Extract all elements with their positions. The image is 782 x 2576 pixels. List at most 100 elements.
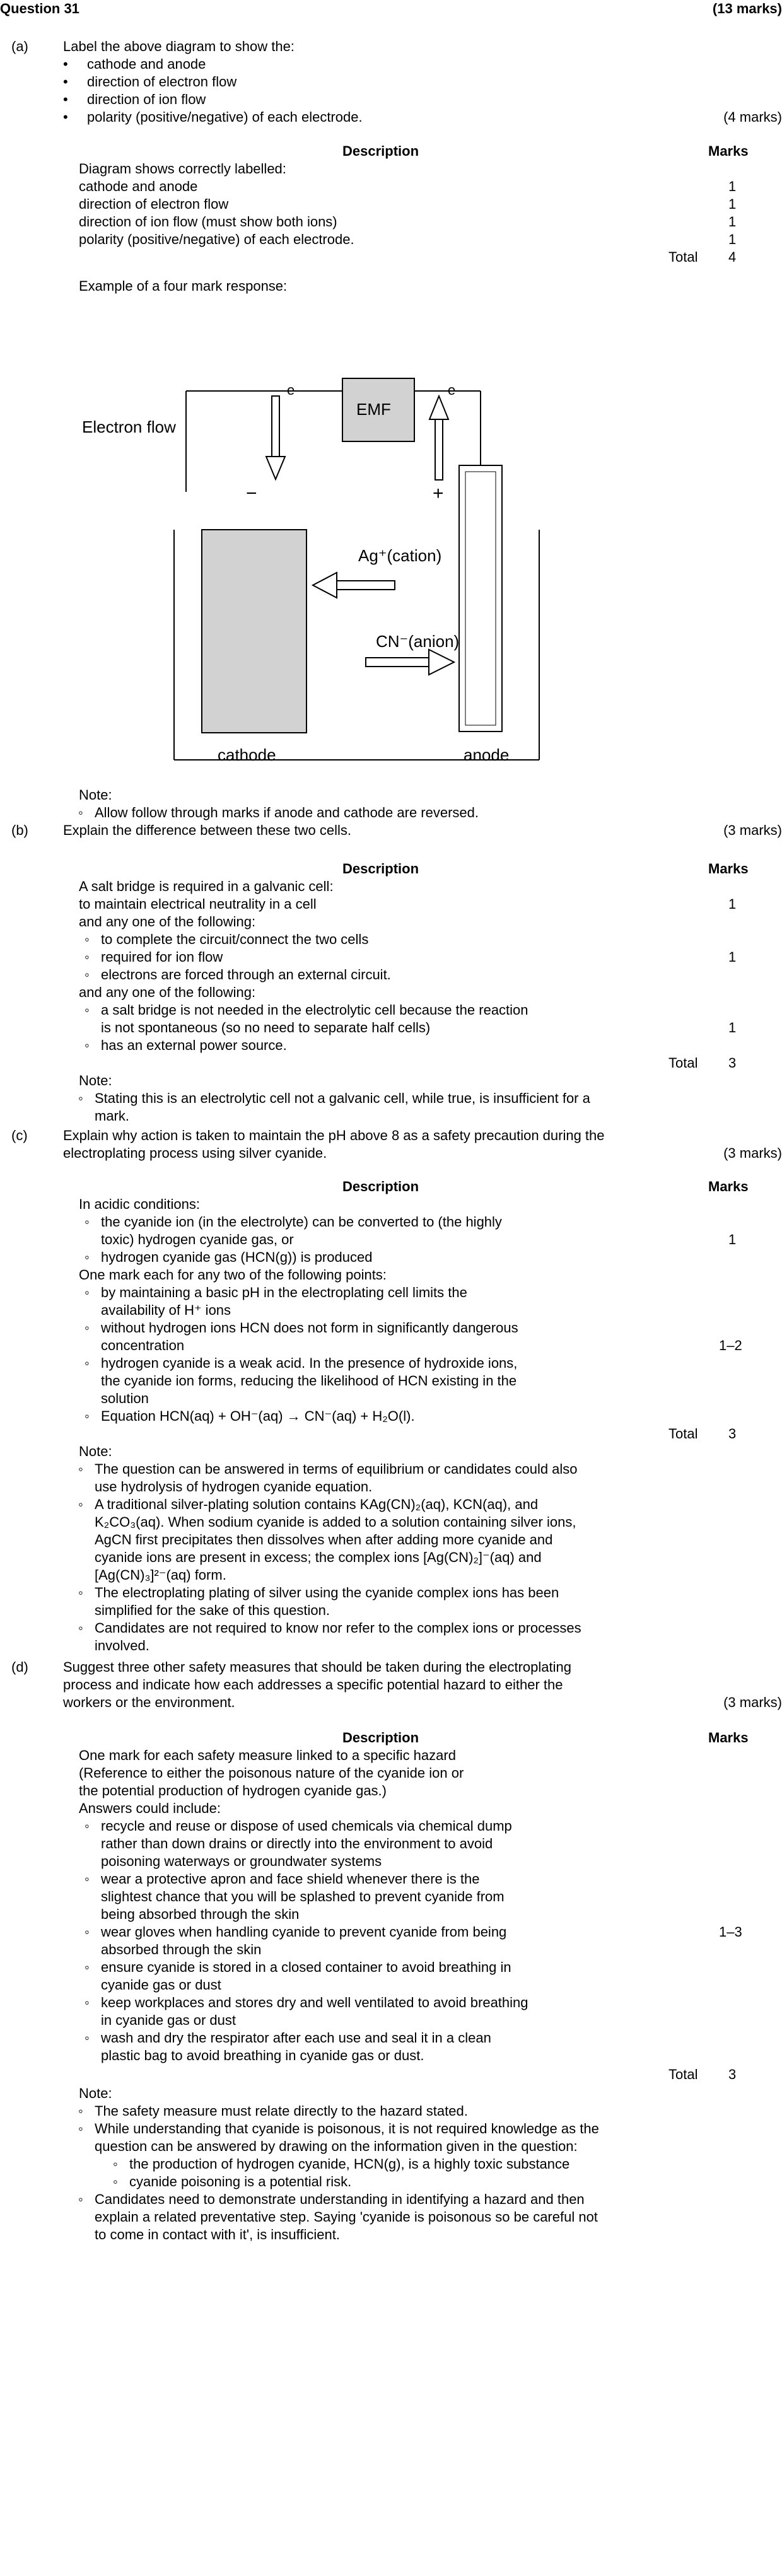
part-b-note: Stating this is an electrolytic cell not… — [78, 1090, 590, 1107]
part-d-marks: (3 marks) — [723, 1694, 782, 1710]
part-c-note: [Ag(CN)₃]²⁻(aq) form. — [95, 1567, 226, 1583]
part-b-mark-value: 1 — [728, 949, 737, 965]
part-a-description-header: Description — [342, 143, 419, 159]
part-d-line: ensure cyanide is stored in a closed con… — [85, 1959, 511, 1976]
part-a-note: Allow follow through marks if anode and … — [78, 804, 479, 822]
part-b-line: to maintain electrical neutrality in a c… — [79, 896, 317, 912]
part-a-note-label: Note: — [79, 787, 112, 803]
part-b-line: and any one of the following: — [79, 984, 256, 1000]
part-d-line: poisoning waterways or groundwater syste… — [101, 1853, 382, 1869]
part-a-marks: (4 marks) — [723, 109, 782, 125]
part-d-letter: (d) — [11, 1659, 28, 1675]
part-b-line: a salt bridge is not needed in the elect… — [85, 1001, 528, 1019]
part-c-line: toxic) hydrogen cyanide gas, or — [101, 1232, 294, 1247]
part-d-note: While understanding that cyanide is pois… — [78, 2120, 599, 2138]
part-d-line: plastic bag to avoid breathing in cyanid… — [101, 2048, 424, 2063]
part-d-line: rather than down drains or directly into… — [101, 1836, 493, 1851]
part-a-item: polarity (positive/negative) of each ele… — [63, 108, 363, 126]
negative-polarity-sign: − — [246, 483, 257, 504]
part-a-letter: (a) — [11, 38, 28, 54]
part-c-total-value: 3 — [728, 1426, 737, 1442]
part-d-line: slightest chance that you will be splash… — [101, 1889, 505, 1904]
part-a-table-line: direction of electron flow — [79, 196, 229, 212]
electrochemical-cell-diagram: Electron flow e e EMF − + Ag⁺(cation) CN… — [82, 366, 599, 764]
part-d-question: process and indicate how each addresses … — [63, 1677, 563, 1693]
part-c-description-header: Description — [342, 1179, 419, 1194]
part-c-line: hydrogen cyanide is a weak acid. In the … — [85, 1355, 517, 1372]
part-d-total-label: Total — [668, 2066, 698, 2082]
part-c-line: In acidic conditions: — [79, 1196, 200, 1212]
part-b-marks-header: Marks — [708, 861, 749, 877]
part-c-note: K₂CO₃(aq). When sodium cyanide is added … — [95, 1514, 576, 1530]
part-c-note: simplified for the sake of this question… — [95, 1602, 330, 1618]
ag-cation-label: Ag⁺(cation) — [358, 546, 442, 565]
part-d-note-label: Note: — [79, 2085, 112, 2101]
part-c-note: The electroplating plating of silver usi… — [78, 1584, 559, 1602]
part-b-note: mark. — [95, 1108, 129, 1124]
part-a-item: direction of ion flow — [63, 91, 206, 108]
part-d-marks-header: Marks — [708, 1730, 749, 1746]
part-c-line: One mark each for any two of the followi… — [79, 1267, 387, 1283]
part-d-line: in cyanide gas or dust — [101, 2012, 236, 2028]
part-c-question: Explain why action is taken to maintain … — [63, 1128, 605, 1143]
part-d-line: keep workplaces and stores dry and well … — [85, 1994, 528, 2012]
part-c-note: cyanide ions are present in excess; the … — [95, 1549, 542, 1565]
electron-flow-label: Electron flow — [82, 417, 176, 436]
part-c-note: AgCN first precipitates then dissolves w… — [95, 1532, 553, 1547]
part-c-line: solution — [101, 1390, 149, 1406]
part-b-line: has an external power source. — [85, 1037, 287, 1054]
part-d-description-header: Description — [342, 1730, 419, 1746]
part-d-line: absorbed through the skin — [101, 1942, 262, 1957]
part-c-note: The question can be answered in terms of… — [78, 1460, 578, 1478]
part-c-question: electroplating process using silver cyan… — [63, 1145, 327, 1161]
part-d-line: wash and dry the respirator after each u… — [85, 2029, 491, 2047]
part-c-line: by maintaining a basic pH in the electro… — [85, 1284, 467, 1302]
part-a-mark-value: 1 — [728, 231, 737, 247]
question-total-marks: (13 marks) — [712, 1, 782, 16]
electron-symbol-left: e — [287, 382, 295, 398]
part-d-question: Suggest three other safety measures that… — [63, 1659, 571, 1675]
part-b-mark-value: 1 — [728, 896, 737, 912]
part-c-note: use hydrolysis of hydrogen cyanide equat… — [95, 1479, 373, 1495]
part-c-line: concentration — [101, 1338, 185, 1353]
part-a-total-label: Total — [668, 249, 698, 265]
part-c-marks: (3 marks) — [723, 1145, 782, 1161]
part-c-line: without hydrogen ions HCN does not form … — [85, 1319, 518, 1337]
part-d-line: wear a protective apron and face shield … — [85, 1870, 479, 1888]
part-b-line: to complete the circuit/connect the two … — [85, 931, 368, 948]
part-a-table-line: cathode and anode — [79, 178, 198, 194]
part-c-line: the cyanide ion (in the electrolyte) can… — [85, 1213, 502, 1231]
part-a-mark-value: 1 — [728, 178, 737, 194]
cn-anion-label: CN⁻(anion) — [376, 632, 460, 651]
part-c-total-label: Total — [668, 1426, 698, 1442]
part-d-mark-value: 1–3 — [719, 1924, 742, 1940]
part-b-total-value: 3 — [728, 1055, 737, 1071]
part-a-marks-header: Marks — [708, 143, 749, 159]
question-title: Question 31 — [0, 1, 79, 16]
part-b-mark-value: 1 — [728, 1020, 737, 1035]
part-b-line: required for ion flow — [85, 948, 223, 966]
part-a-item: cathode and anode — [63, 55, 206, 73]
part-b-line: and any one of the following: — [79, 914, 256, 930]
positive-polarity-sign: + — [433, 483, 444, 504]
cathode-label: cathode — [218, 745, 276, 764]
part-b-letter: (b) — [11, 822, 28, 838]
part-c-note-label: Note: — [79, 1443, 112, 1459]
part-c-note: involved. — [95, 1638, 149, 1653]
part-c-mark-value: 1–2 — [719, 1338, 742, 1353]
anode-label: anode — [464, 745, 510, 764]
part-c-marks-header: Marks — [708, 1179, 749, 1194]
part-b-line: electrons are forced through an external… — [85, 966, 391, 984]
emf-label: EMF — [356, 400, 391, 419]
part-a-item: direction of electron flow — [63, 73, 236, 91]
part-d-line: being absorbed through the skin — [101, 1906, 300, 1922]
electron-symbol-right: e — [448, 382, 456, 398]
part-c-line: the cyanide ion forms, reducing the like… — [101, 1373, 517, 1389]
part-c-mark-value: 1 — [728, 1232, 737, 1247]
part-d-note: Candidates need to demonstrate understan… — [78, 2191, 585, 2208]
part-a-total-value: 4 — [728, 249, 737, 265]
part-d-line: recycle and reuse or dispose of used che… — [85, 1817, 512, 1835]
part-a-table-line: Diagram shows correctly labelled: — [79, 161, 286, 177]
part-a-intro: Label the above diagram to show the: — [63, 38, 295, 54]
part-d-line: the potential production of hydrogen cya… — [79, 1783, 387, 1798]
